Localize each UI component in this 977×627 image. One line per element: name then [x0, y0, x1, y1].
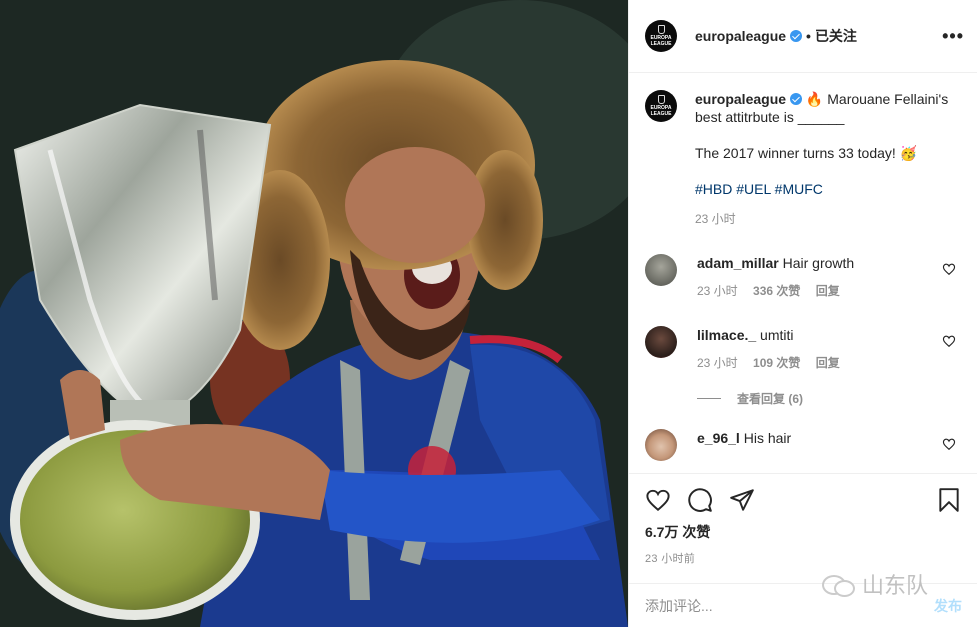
post-actions: 6.7万 次赞 23 小时前 [629, 473, 977, 583]
comment-heart-icon[interactable] [942, 262, 956, 276]
comment-time[interactable]: 23 小时 [697, 284, 738, 298]
view-replies-button[interactable]: 查看回复 (6) [697, 390, 962, 407]
commenter-avatar[interactable] [645, 326, 677, 358]
watermark-text: 山东队 [862, 573, 929, 598]
wechat-icon [822, 573, 856, 597]
caption: EUROPA LEAGUE europaleague 🔥 Marouane Fe… [645, 90, 962, 228]
replies-divider [697, 398, 721, 399]
view-replies-label[interactable]: 查看回复 (6) [737, 390, 803, 407]
comment-text: His hair [743, 430, 792, 446]
verified-badge-icon [790, 93, 803, 105]
commenter-avatar[interactable] [645, 429, 677, 461]
comment-heart-icon[interactable] [942, 334, 956, 348]
follow-status-button[interactable]: 已关注 [815, 26, 857, 46]
comment-item: adam_millar Hair growth 23 小时 336 次赞 回复 [645, 254, 962, 300]
heart-icon[interactable] [645, 487, 671, 513]
separator-dot: • [806, 28, 811, 44]
caption-avatar[interactable]: EUROPA LEAGUE [645, 90, 677, 122]
more-options-icon[interactable]: ••• [942, 26, 964, 47]
share-icon[interactable] [729, 487, 755, 513]
post-comment-button[interactable]: 发布 [934, 596, 962, 616]
player-trophy-image [0, 0, 628, 627]
hashtag-link[interactable]: #HBD [695, 181, 732, 197]
comment-likes[interactable]: 336 次赞 [753, 284, 800, 298]
action-icons [645, 474, 962, 526]
hashtag-link[interactable]: #MUFC [775, 181, 823, 197]
comment-heart-icon[interactable] [942, 437, 956, 451]
account-name[interactable]: europaleague [695, 28, 786, 44]
verified-badge-icon [790, 30, 803, 42]
likes-count[interactable]: 6.7万 次赞 [645, 522, 962, 542]
europa-league-logo: EUROPA LEAGUE [650, 95, 672, 117]
wechat-watermark: 山东队 [822, 568, 928, 600]
post-timestamp[interactable]: 23 小时前 [645, 550, 962, 566]
comment-icon[interactable] [687, 487, 713, 513]
bookmark-icon[interactable] [936, 487, 962, 513]
comment-item: e_96_l His hair [645, 429, 962, 461]
commenter-username[interactable]: adam_millar [697, 255, 779, 271]
post-photo[interactable] [0, 0, 628, 627]
caption-username[interactable]: europaleague [695, 91, 786, 107]
commenter-username[interactable]: lilmace._ [697, 327, 756, 343]
caption-hashtags: #HBD #UEL #MUFC [695, 180, 962, 198]
reply-button[interactable]: 回复 [816, 284, 840, 298]
commenter-username[interactable]: e_96_l [697, 430, 740, 446]
europa-league-logo: EUROPA LEAGUE [650, 25, 672, 47]
post-side-panel: EUROPA LEAGUE europaleague • 已关注 ••• EUR… [628, 0, 977, 627]
hashtag-link[interactable]: #UEL [736, 181, 771, 197]
caption-time[interactable]: 23 小时 [695, 210, 962, 228]
comment-text: umtiti [760, 327, 794, 343]
caption-text-line2: The 2017 winner turns 33 today! 🥳 [695, 145, 918, 161]
reply-button[interactable]: 回复 [816, 356, 840, 370]
post-header: EUROPA LEAGUE europaleague • 已关注 ••• [629, 0, 977, 73]
comment-likes[interactable]: 109 次赞 [753, 356, 800, 370]
comment-time[interactable]: 23 小时 [697, 356, 738, 370]
comments-list[interactable]: EUROPA LEAGUE europaleague 🔥 Marouane Fe… [629, 74, 977, 472]
caption-body: europaleague 🔥 Marouane Fellaini's best … [695, 90, 962, 228]
comment-item: lilmace._ umtiti 23 小时 109 次赞 回复 [645, 326, 962, 372]
commenter-avatar[interactable] [645, 254, 677, 286]
comment-text: Hair growth [782, 255, 855, 271]
account-avatar[interactable]: EUROPA LEAGUE [645, 20, 677, 52]
